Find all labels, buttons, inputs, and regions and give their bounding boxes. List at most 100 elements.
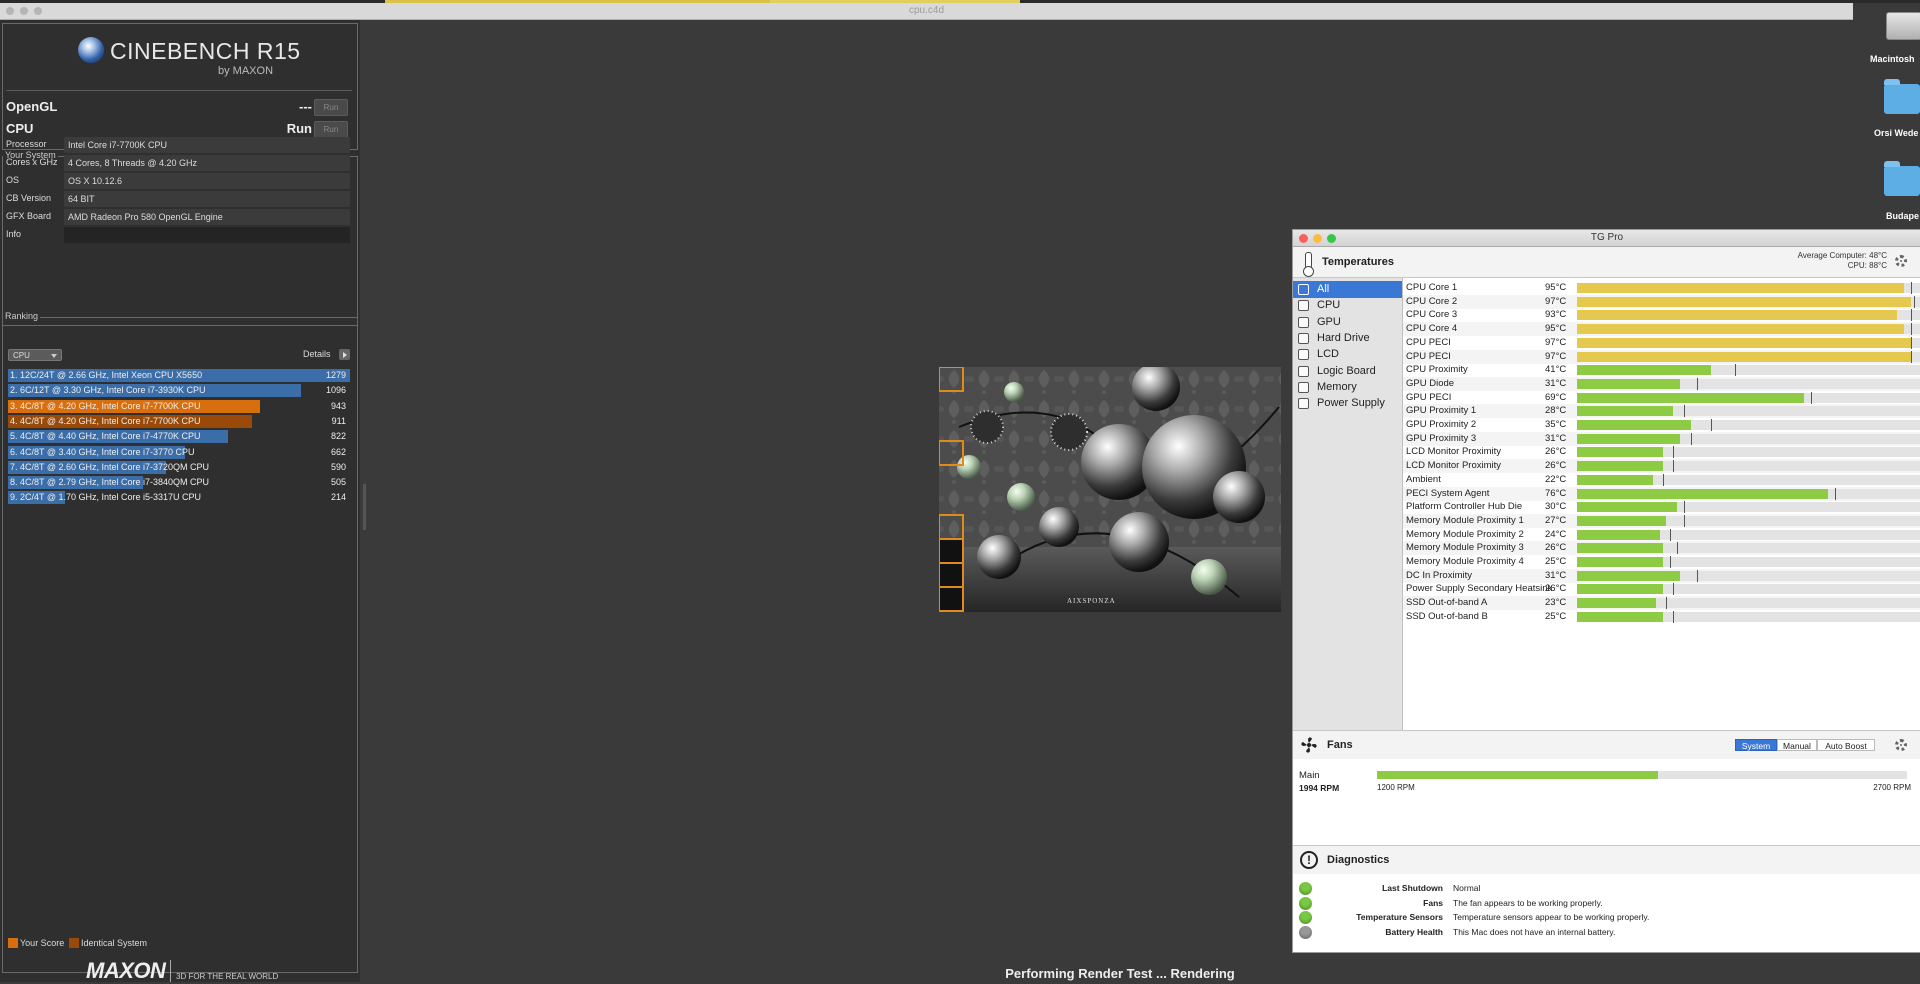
folder-icon[interactable] [1884, 79, 1920, 114]
system-key: OS [6, 175, 20, 185]
sensor-temp: 69°C [1545, 391, 1567, 403]
sidebar-item-all[interactable]: All [1293, 281, 1402, 298]
sensor-row[interactable]: CPU PECI 97°C [1403, 349, 1920, 364]
maxon-tagline: 3D FOR THE REAL WORLD [176, 972, 279, 981]
sensor-max-marker [1683, 514, 1685, 527]
folder-icon[interactable] [1884, 161, 1920, 196]
minimize-button[interactable] [1313, 234, 1322, 243]
ranking-row[interactable]: 2. 6C/12T @ 3.30 GHz, Intel Core i7-3930… [8, 384, 350, 398]
sensor-row[interactable]: DC In Proximity 31°C [1403, 568, 1920, 583]
ranking-row[interactable]: 3. 4C/8T @ 4.20 GHz, Intel Core i7-7700K… [8, 399, 350, 413]
system-row: Info [6, 227, 352, 243]
system-value[interactable] [64, 227, 350, 243]
render-watermark: AIXSPONZA [1067, 597, 1116, 605]
alert-icon: ! [1300, 851, 1318, 869]
system-value: 4 Cores, 8 Threads @ 4.20 GHz [64, 155, 350, 171]
sensor-temp: 97°C [1545, 295, 1567, 307]
sensor-level-bar [1577, 310, 1897, 321]
tgpro-titlebar[interactable]: TG Pro [1293, 230, 1920, 247]
fans-body: Main 1994 RPM 1200 RPM 2700 RPM [1293, 759, 1920, 845]
sensor-row[interactable]: Power Supply Secondary Heatsink 26°C [1403, 582, 1920, 596]
sensor-row[interactable]: GPU Diode 31°C [1403, 376, 1920, 391]
ranking-row[interactable]: 7. 4C/8T @ 2.60 GHz, Intel Core i7-3720Q… [8, 460, 350, 474]
diagnostic-key: Fans [1423, 897, 1443, 908]
ranking-type-select[interactable]: CPU [8, 349, 62, 361]
diagnostic-key: Last Shutdown [1382, 883, 1443, 893]
window-titlebar[interactable]: cpu.c4d [0, 3, 1853, 20]
sensor-row[interactable]: CPU Proximity 41°C [1403, 363, 1920, 377]
fan-mode-manual[interactable]: Manual [1777, 739, 1817, 751]
ranking-row[interactable]: 4. 4C/8T @ 4.20 GHz, Intel Core i7-7700K… [8, 414, 350, 428]
sidebar-item-logic-board[interactable]: Logic Board [1293, 363, 1402, 380]
gear-icon[interactable] [1895, 739, 1907, 751]
ranking-label: 3. 4C/8T @ 4.20 GHz, Intel Core i7-7700K… [10, 400, 201, 411]
zoom-button[interactable] [1327, 234, 1336, 243]
sensor-row[interactable]: GPU PECI 69°C [1403, 391, 1920, 405]
fan-mode-system[interactable]: System [1735, 739, 1777, 751]
sensor-row[interactable]: Memory Module Proximity 1 27°C [1403, 513, 1920, 528]
ranking-row[interactable]: 9. 2C/4T @ 1.70 GHz, Intel Core i5-3317U… [8, 491, 350, 505]
sensor-row[interactable]: CPU Core 1 95°C [1403, 281, 1920, 295]
ranking-score: 822 [330, 431, 346, 442]
sensor-temp: 95°C [1545, 282, 1567, 293]
sensor-row[interactable]: Ambient 22°C [1403, 473, 1920, 487]
sensor-row[interactable]: SSD Out-of-band A 23°C [1403, 596, 1920, 611]
sensor-row[interactable]: CPU PECI 97°C [1403, 336, 1920, 350]
sidebar-item-lcd[interactable]: LCD [1293, 346, 1402, 363]
sensor-row[interactable]: GPU Proximity 3 31°C [1403, 431, 1920, 446]
sensor-row[interactable]: LCD Monitor Proximity 26°C [1403, 459, 1920, 474]
ranking-row[interactable]: 5. 4C/8T @ 4.40 GHz, Intel Core i7-4770K… [8, 430, 350, 444]
memory-icon [1298, 381, 1309, 393]
details-button[interactable] [339, 349, 350, 360]
sensor-level-bar [1577, 447, 1663, 458]
sensor-row[interactable]: Memory Module Proximity 3 26°C [1403, 541, 1920, 556]
sensor-name: GPU Proximity 1 [1406, 405, 1477, 417]
fan-mode-auto-boost[interactable]: Auto Boost [1817, 739, 1875, 751]
sensor-row[interactable]: CPU Core 3 93°C [1403, 308, 1920, 322]
sidebar-item-label: Power Supply [1317, 397, 1385, 410]
sensor-row[interactable]: CPU Core 2 97°C [1403, 294, 1920, 309]
desktop-item-label[interactable]: Orsi Wede [1874, 128, 1918, 138]
select-value: CPU [13, 351, 30, 360]
sidebar-item-cpu[interactable]: CPU [1293, 297, 1402, 314]
desktop-item-label[interactable]: Macintosh [1870, 54, 1915, 64]
sensor-level-bar [1577, 502, 1677, 513]
sidebar-item-power-supply[interactable]: Power Supply [1293, 395, 1402, 412]
sensor-row[interactable]: GPU Proximity 1 28°C [1403, 404, 1920, 419]
sensor-row[interactable]: CPU Core 4 95°C [1403, 322, 1920, 337]
hard-drive-icon[interactable] [1886, 12, 1920, 40]
sensor-row[interactable]: Memory Module Proximity 2 24°C [1403, 528, 1920, 542]
desktop-item-label[interactable]: Budape [1886, 211, 1919, 221]
cpu-run-button[interactable]: Run [314, 121, 348, 138]
sensor-max-marker [1683, 405, 1685, 418]
sidebar-item-hard-drive[interactable]: Hard Drive [1293, 330, 1402, 347]
sensor-row[interactable]: Platform Controller Hub Die 30°C [1403, 500, 1920, 514]
gear-icon[interactable] [1895, 255, 1907, 267]
sensor-name: DC In Proximity [1406, 569, 1472, 581]
opengl-run-button[interactable]: Run [314, 99, 348, 116]
sensor-row[interactable]: GPU Proximity 2 35°C [1403, 418, 1920, 432]
ranking-row[interactable]: 1. 12C/24T @ 2.66 GHz, Intel Xeon CPU X5… [8, 369, 350, 382]
sensor-row[interactable]: PECI System Agent 76°C [1403, 486, 1920, 501]
cinebench-panel: CINEBENCH R15 by MAXON OpenGL --- Run CP… [0, 20, 360, 983]
sensor-name: GPU Diode [1406, 377, 1455, 389]
ranking-label: 6. 4C/8T @ 3.40 GHz, Intel Core i7-3770 … [10, 446, 195, 457]
window-title: cpu.c4d [908, 5, 945, 16]
sensor-temp: 27°C [1545, 514, 1567, 526]
sensor-row[interactable]: Memory Module Proximity 4 25°C [1403, 555, 1920, 569]
panel-splitter-handle[interactable] [363, 484, 366, 530]
sidebar-item-gpu[interactable]: GPU [1293, 314, 1402, 331]
sensor-temp: 76°C [1545, 487, 1567, 499]
system-key: GFX Board [6, 211, 52, 221]
sidebar-item-memory[interactable]: Memory [1293, 379, 1402, 396]
sensor-row[interactable]: LCD Monitor Proximity 26°C [1403, 445, 1920, 459]
ranking-row[interactable]: 8. 4C/8T @ 2.79 GHz, Intel Core i7-3840Q… [8, 476, 350, 490]
close-button[interactable] [1299, 234, 1308, 243]
sensor-level-bar [1577, 433, 1681, 444]
system-row: OS OS X 10.12.6 [6, 173, 352, 189]
sensor-name: CPU Core 3 [1406, 309, 1458, 321]
sensor-temp: 31°C [1545, 432, 1567, 444]
ranking-row[interactable]: 6. 4C/8T @ 3.40 GHz, Intel Core i7-3770 … [8, 445, 350, 459]
sensor-row[interactable]: SSD Out-of-band B 25°C [1403, 610, 1920, 624]
sensor-name: SSD Out-of-band A [1406, 597, 1488, 609]
